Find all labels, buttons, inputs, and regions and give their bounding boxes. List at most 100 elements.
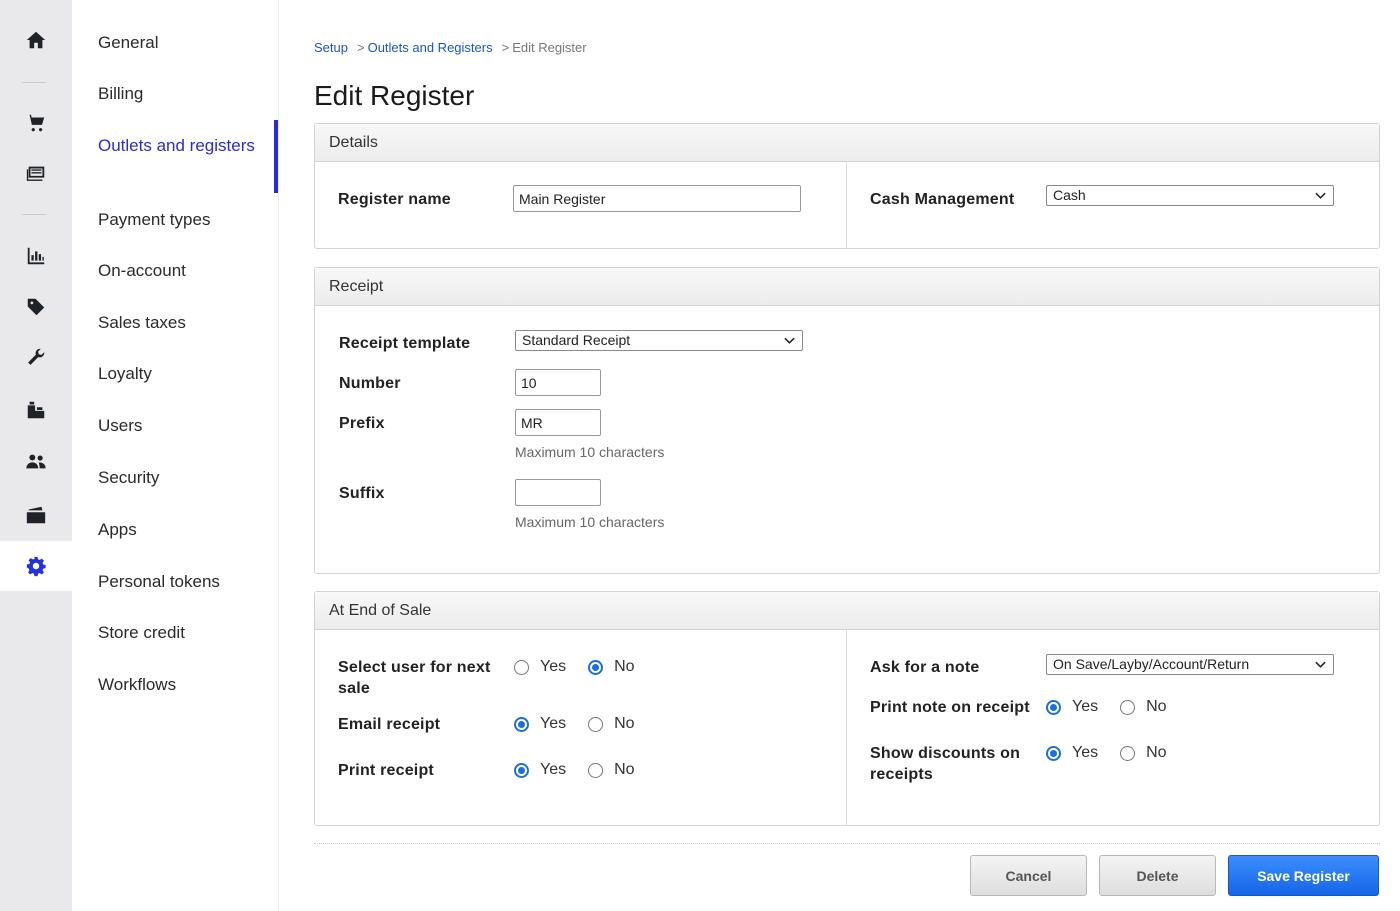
print-note-yes-label: Yes — [1072, 698, 1099, 715]
breadcrumb-separator: > — [501, 40, 510, 55]
email-receipt-no-radio[interactable] — [588, 716, 604, 732]
number-input[interactable] — [515, 369, 601, 396]
receipt-template-value: Standard Receipt — [522, 332, 631, 348]
email-receipt-yes-radio[interactable] — [514, 716, 529, 732]
save-register-button[interactable]: Save Register — [1228, 855, 1379, 896]
show-discounts-yes-radio[interactable] — [1046, 745, 1061, 761]
cash-management-select[interactable]: Cash — [1046, 185, 1334, 206]
breadcrumb-current: Edit Register — [512, 40, 587, 55]
select-user-yes-label: Yes — [540, 658, 567, 675]
show-discounts-radio-group: Yes No — [1046, 744, 1167, 762]
show-discounts-yes-label: Yes — [1072, 744, 1099, 761]
column-divider — [846, 162, 847, 248]
prefix-input[interactable] — [515, 409, 601, 436]
breadcrumb-outlets-link[interactable]: Outlets and Registers — [368, 40, 493, 55]
select-user-no-radio[interactable] — [588, 659, 604, 675]
print-note-no-label: No — [1146, 698, 1167, 715]
inventory-icon[interactable] — [0, 385, 72, 435]
number-label: Number — [339, 375, 401, 392]
nav-item-workflows[interactable]: Workflows — [98, 674, 268, 696]
print-receipt-yes-label: Yes — [540, 761, 567, 778]
ask-note-select[interactable]: On Save/Layby/Account/Return — [1046, 654, 1334, 675]
nav-item-store-credit[interactable]: Store credit — [98, 622, 268, 644]
rail-divider — [22, 82, 46, 83]
suffix-input[interactable] — [515, 479, 601, 506]
customers-icon[interactable] — [0, 436, 72, 486]
end-of-sale-body: Select user for next sale Yes No Email r… — [315, 630, 1379, 825]
nav-item-apps[interactable]: Apps — [98, 519, 268, 541]
email-receipt-label: Email receipt — [338, 716, 441, 733]
cash-management-label: Cash Management — [870, 191, 1015, 208]
nav-item-users[interactable]: Users — [98, 415, 268, 437]
icon-rail — [0, 0, 72, 911]
nav-item-security[interactable]: Security — [98, 467, 268, 489]
wrench-icon[interactable] — [0, 332, 72, 382]
chevron-down-icon — [1315, 661, 1326, 668]
register-name-input[interactable] — [513, 185, 801, 212]
breadcrumb-setup-link[interactable]: Setup — [314, 40, 348, 55]
home-icon[interactable] — [0, 15, 72, 65]
end-of-sale-panel: At End of Sale Select user for next sale… — [314, 591, 1380, 826]
register-name-label: Register name — [338, 191, 451, 208]
ask-note-value: On Save/Layby/Account/Return — [1053, 656, 1250, 672]
email-receipt-no-label: No — [614, 715, 635, 732]
show-discounts-label: Show discounts on receipts — [870, 745, 1021, 783]
show-discounts-no-label: No — [1146, 744, 1167, 761]
receipt-body: Receipt template Standard Receipt Number… — [315, 306, 1379, 573]
breadcrumb: Setup > Outlets and Registers > Edit Registe… — [314, 40, 587, 55]
cancel-button[interactable]: Cancel — [970, 855, 1087, 896]
end-of-sale-heading: At End of Sale — [315, 592, 1379, 630]
print-receipt-label: Print receipt — [338, 762, 434, 779]
cash-drawer-icon[interactable] — [0, 490, 72, 540]
settings-icon[interactable] — [0, 541, 72, 591]
email-receipt-radio-group: Yes No — [514, 715, 635, 733]
print-receipt-yes-radio[interactable] — [514, 762, 529, 778]
details-heading: Details — [315, 124, 1379, 162]
select-user-yes-radio[interactable] — [514, 659, 529, 675]
select-user-radio-group: Yes No — [514, 658, 635, 676]
show-discounts-no-radio[interactable] — [1120, 745, 1136, 761]
tag-icon[interactable] — [0, 282, 72, 332]
reports-icon[interactable] — [0, 231, 72, 281]
nav-item-loyalty[interactable]: Loyalty — [98, 363, 268, 385]
select-user-label: Select user for next sale — [338, 659, 491, 697]
suffix-hint: Maximum 10 characters — [515, 514, 665, 530]
nav-item-personal-tokens[interactable]: Personal tokens — [98, 571, 268, 593]
active-nav-indicator — [274, 120, 278, 193]
cash-management-value: Cash — [1053, 187, 1086, 203]
cart-icon[interactable] — [0, 98, 72, 148]
column-divider — [846, 630, 847, 825]
print-receipt-no-label: No — [614, 761, 635, 778]
print-receipt-radio-group: Yes No — [514, 761, 635, 779]
nav-item-billing[interactable]: Billing — [98, 83, 268, 105]
chevron-down-icon — [784, 337, 795, 344]
receipt-template-label: Receipt template — [339, 335, 471, 352]
receipt-template-select[interactable]: Standard Receipt — [515, 330, 803, 351]
nav-item-sales-taxes[interactable]: Sales taxes — [98, 312, 268, 334]
register-icon[interactable] — [0, 149, 72, 199]
receipt-panel: Receipt Receipt template Standard Receip… — [314, 267, 1380, 574]
details-panel: Details Register name Cash Management Ca… — [314, 123, 1380, 249]
details-body: Register name Cash Management Cash — [315, 162, 1379, 248]
suffix-label: Suffix — [339, 485, 385, 502]
print-note-label: Print note on receipt — [870, 699, 1030, 716]
nav-item-on-account[interactable]: On-account — [98, 260, 268, 282]
print-receipt-no-radio[interactable] — [588, 762, 604, 778]
actions-divider — [314, 843, 1380, 844]
nav-item-general[interactable]: General — [98, 32, 268, 54]
nav-item-payment-types[interactable]: Payment types — [98, 209, 268, 231]
page-title: Edit Register — [314, 80, 475, 111]
delete-button[interactable]: Delete — [1099, 855, 1216, 896]
rail-divider — [22, 214, 46, 215]
breadcrumb-separator: > — [356, 40, 365, 55]
receipt-heading: Receipt — [315, 268, 1379, 306]
print-note-radio-group: Yes No — [1046, 698, 1167, 716]
email-receipt-yes-label: Yes — [540, 715, 567, 732]
nav-item-outlets-and-registers[interactable]: Outlets and registers — [98, 135, 268, 157]
print-note-yes-radio[interactable] — [1046, 699, 1061, 715]
settings-nav: General Billing Outlets and registers Pa… — [72, 0, 279, 911]
prefix-label: Prefix — [339, 415, 385, 432]
prefix-hint: Maximum 10 characters — [515, 444, 665, 460]
select-user-no-label: No — [614, 658, 635, 675]
print-note-no-radio[interactable] — [1120, 699, 1136, 715]
